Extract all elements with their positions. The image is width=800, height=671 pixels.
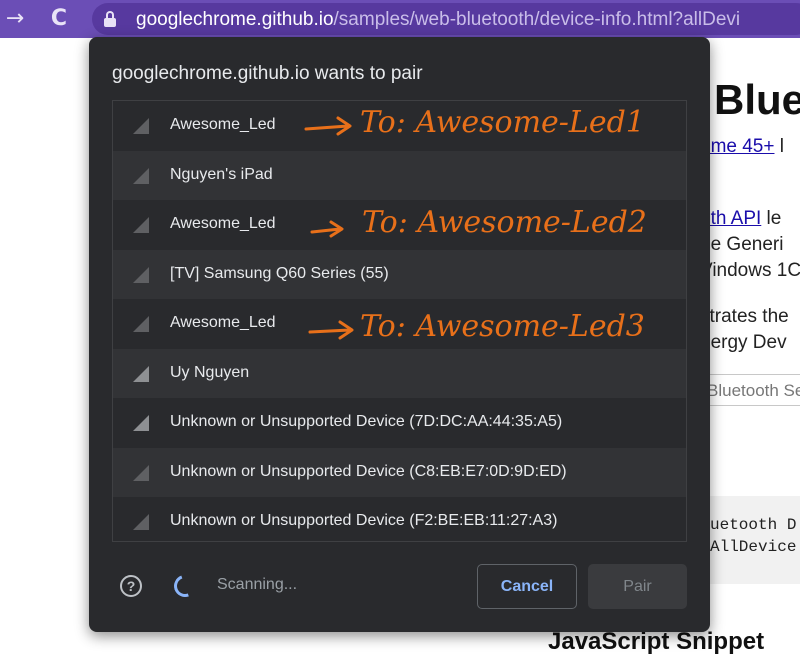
help-icon[interactable]: ? (120, 575, 142, 597)
device-list-item[interactable]: Uy Nguyen (113, 348, 686, 398)
chrome-version-link[interactable]: ome 45+ (700, 136, 774, 157)
signal-strength-icon (133, 118, 149, 134)
signal-strength-icon (133, 316, 149, 332)
device-list-item[interactable]: Awesome_Led (113, 101, 686, 151)
browser-toolbar: → C googlechrome.github.io/samples/web-b… (0, 0, 800, 38)
device-list-item[interactable]: Unknown or Unsupported Device (7D:DC:AA:… (113, 398, 686, 448)
signal-strength-icon (133, 266, 149, 283)
device-name: Awesome_Led (170, 215, 276, 232)
bluetooth-pair-dialog: googlechrome.github.io wants to pair Awe… (89, 37, 710, 632)
scanning-status: Scanning... (217, 576, 298, 593)
page-line-2: oth API le (700, 208, 782, 229)
device-name: Unknown or Unsupported Device (F2:BE:EB:… (170, 512, 558, 529)
device-list[interactable]: Awesome_Led Nguyen's iPad Awesome_Led [TV] … (112, 100, 687, 542)
device-list-item[interactable]: Unknown or Unsupported Device (F2:BE:EB:… (113, 497, 686, 541)
device-name: Nguyen's iPad (170, 165, 273, 183)
device-list-item[interactable]: Awesome_Led (113, 200, 686, 250)
signal-strength-icon (133, 514, 149, 530)
url-path: /samples/web-bluetooth/device-info.html?… (333, 9, 741, 30)
reload-icon[interactable]: C (44, 4, 74, 34)
signal-strength-icon (133, 365, 149, 382)
device-name: Uy Nguyen (170, 363, 250, 381)
page-line-3: he Generi (700, 234, 784, 255)
cancel-button[interactable]: Cancel (477, 564, 577, 609)
device-list-item[interactable]: Nguyen's iPad (113, 150, 686, 200)
loading-spinner-icon (170, 571, 200, 601)
forward-arrow-icon[interactable]: → (0, 4, 30, 34)
device-list-item[interactable]: [TV] Samsung Q60 Series (55) (113, 249, 686, 299)
code-line-1: uetooth D (710, 516, 797, 534)
dialog-title: googlechrome.github.io wants to pair (112, 63, 423, 84)
page-line-6: nergy Dev (700, 332, 787, 353)
device-name: Awesome_Led (170, 116, 276, 133)
lock-icon[interactable] (102, 11, 118, 27)
service-input[interactable]: Bluetooth Se (700, 374, 800, 406)
url-text[interactable]: googlechrome.github.io/samples/web-bluet… (136, 9, 740, 31)
page-line-4: Vindows 1C (700, 260, 800, 281)
page-title: Blue (714, 76, 800, 123)
page-line-5: strates the (700, 306, 789, 327)
address-bar[interactable]: googlechrome.github.io/samples/web-bluet… (92, 3, 800, 35)
dialog-footer: ? Scanning... Cancel Pair (89, 557, 710, 617)
page-line-1: ome 45+ l (700, 136, 784, 157)
device-name: Unknown or Unsupported Device (C8:EB:E7:… (170, 462, 567, 480)
signal-strength-icon (133, 415, 149, 431)
device-name: Awesome_Led (170, 314, 276, 331)
signal-strength-icon (133, 464, 149, 481)
device-list-item[interactable]: Unknown or Unsupported Device (C8:EB:E7:… (113, 447, 686, 497)
signal-strength-icon (133, 217, 149, 233)
javascript-snippet-heading: JavaScript Snippet (548, 628, 765, 655)
url-host: googlechrome.github.io (136, 9, 334, 30)
device-name: [TV] Samsung Q60 Series (55) (170, 264, 389, 282)
device-name: Unknown or Unsupported Device (7D:DC:AA:… (170, 413, 563, 430)
pair-button[interactable]: Pair (588, 564, 687, 609)
code-line-2: AllDevice (710, 538, 797, 556)
device-list-item[interactable]: Awesome_Led (113, 299, 686, 349)
signal-strength-icon (133, 167, 149, 184)
